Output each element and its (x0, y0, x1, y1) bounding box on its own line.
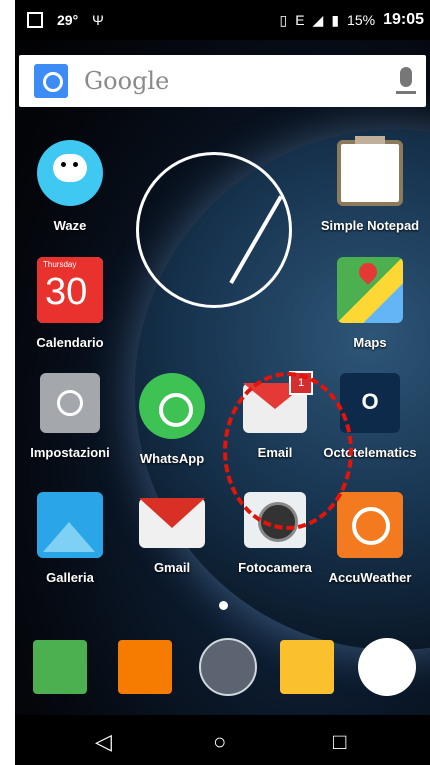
dock-app-drawer[interactable] (198, 638, 258, 696)
app-waze[interactable]: Waze (20, 140, 120, 233)
waze-icon (37, 140, 103, 206)
highlight-circle (223, 372, 353, 530)
search-input[interactable]: Google (84, 67, 169, 95)
dock-phone[interactable] (30, 640, 90, 694)
app-calendario[interactable]: Thursday 30 Calendario (20, 257, 120, 350)
temperature: 29° (57, 12, 79, 28)
accuweather-icon (337, 492, 403, 558)
google-icon (358, 638, 416, 696)
app-label: Impostazioni (30, 445, 110, 460)
microphone-icon[interactable] (396, 67, 416, 94)
app-impostazioni[interactable]: Impostazioni (20, 373, 120, 460)
signal-icon: ◢ (312, 11, 324, 28)
home-screen: 29° Ψ ▯ E ◢ ▮ 15% 19:05 Google Waze Simp… (15, 0, 430, 765)
app-label: Waze (53, 218, 87, 233)
app-label: WhatsApp (139, 451, 205, 466)
whatsapp-icon (139, 373, 205, 439)
phone-icon (33, 640, 87, 694)
notepad-icon (337, 136, 403, 206)
settings-icon (40, 373, 100, 433)
contacts-icon (118, 640, 172, 694)
maps-icon (337, 257, 403, 323)
dock-contacts[interactable] (115, 640, 175, 694)
back-button[interactable]: ◁ (95, 729, 117, 754)
app-label: Fotocamera (238, 560, 312, 575)
app-galleria[interactable]: Galleria (20, 492, 120, 585)
apps-grid-icon (199, 638, 257, 696)
app-label: Maps (353, 335, 387, 350)
app-whatsapp[interactable]: WhatsApp (122, 373, 222, 466)
calendar-weekday: Thursday (43, 260, 77, 269)
navigation-bar: ◁ ○ □ (15, 715, 430, 765)
app-label: Galleria (46, 570, 94, 585)
recents-button[interactable]: □ (333, 729, 355, 754)
home-button[interactable]: ○ (213, 729, 235, 754)
status-bar: 29° Ψ ▯ E ◢ ▮ 15% 19:05 (15, 0, 430, 40)
app-label: AccuWeather (328, 570, 412, 585)
app-simple-notepad[interactable]: Simple Notepad (320, 136, 420, 233)
dock-google[interactable] (357, 638, 417, 696)
vibrate-icon: ▯ (279, 11, 288, 28)
usb-icon: Ψ (92, 12, 104, 28)
messages-icon (280, 640, 334, 694)
app-label: Calendario (36, 335, 104, 350)
app-label: Gmail (153, 560, 191, 575)
battery-icon: ▮ (331, 11, 340, 28)
dock-messages[interactable] (277, 640, 337, 694)
gmail-icon (139, 498, 205, 548)
google-search-bar[interactable]: Google (19, 55, 426, 107)
clock-time: 19:05 (383, 11, 424, 28)
battery-percent: 15% (347, 12, 376, 28)
app-accuweather[interactable]: AccuWeather (320, 492, 420, 585)
analog-clock-widget[interactable] (136, 152, 292, 308)
calendar-icon: Thursday 30 (37, 257, 103, 323)
app-gmail[interactable]: Gmail (122, 492, 222, 575)
app-maps[interactable]: Maps (320, 257, 420, 350)
app-label: Simple Notepad (320, 218, 420, 233)
gallery-icon (37, 492, 103, 558)
screenshot-icon (27, 12, 43, 28)
search-icon[interactable] (34, 64, 68, 98)
octo-letter: O (361, 389, 379, 414)
calendar-day: 30 (45, 271, 88, 313)
network-type: E (295, 12, 305, 28)
clock-hand (229, 195, 283, 284)
page-indicator (219, 601, 228, 610)
